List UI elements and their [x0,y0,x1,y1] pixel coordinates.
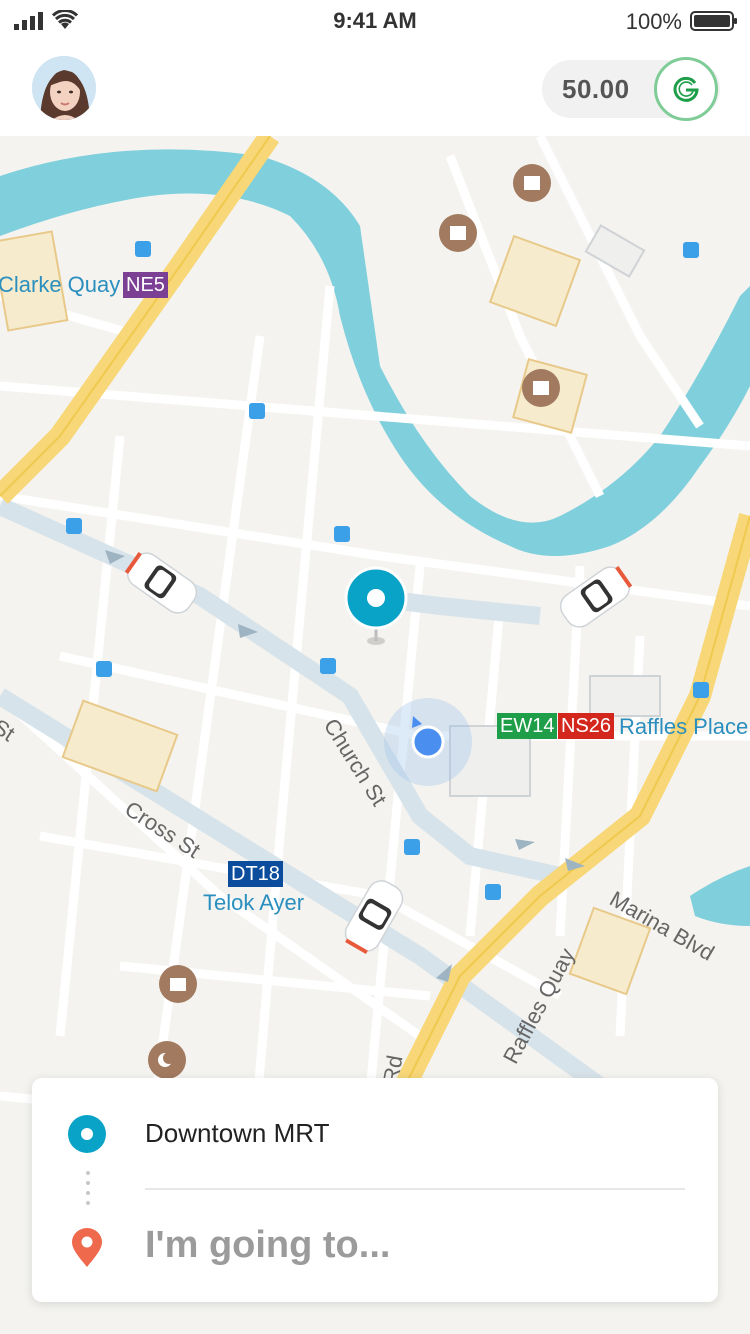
battery-percentage: 100% [625,9,682,34]
current-location-dot [411,725,445,759]
map-label-clarke-quay: Clarke Quay [0,272,121,297]
status-bar: 9:41 AM 100% [0,0,750,40]
mrt-tag-ne5: NE5 [123,272,168,298]
map-label-telok-ayer: Telok Ayer [203,890,305,915]
mrt-tag-ew14: EW14 [497,713,558,739]
points-balance-button[interactable]: 50.00 [542,57,720,121]
user-avatar[interactable] [32,56,96,120]
pickup-dot-icon [68,1115,106,1153]
pickup-pin-icon[interactable] [344,566,408,645]
destination-field[interactable]: I'm going to... [32,1190,718,1302]
bay-water [690,866,750,926]
trip-card: Downtown MRT I'm going to... [32,1078,718,1302]
pickup-location-field[interactable]: Downtown MRT [32,1078,718,1188]
points-balance-value: 50.00 [562,74,630,104]
battery-icon [690,11,737,31]
nearby-car-2[interactable] [555,561,635,632]
pickup-location-text: Downtown MRT [145,1118,330,1148]
map-label-raffles-place: Raffles Place [619,714,749,739]
mrt-tag-dt18: DT18 [228,861,283,887]
destination-placeholder: I'm going to... [145,1224,391,1266]
mrt-tag-ns26: NS26 [558,713,615,739]
rewards-badge [654,57,718,121]
rewards-g-icon [673,76,699,102]
app-screen: 9:41 AM 100% 50.00 Clarke Quay NE5 Churc… [0,0,750,1334]
app-header: 50.00 [0,40,750,136]
destination-pin-icon [72,1228,102,1267]
avatar-portrait-icon [32,56,96,120]
